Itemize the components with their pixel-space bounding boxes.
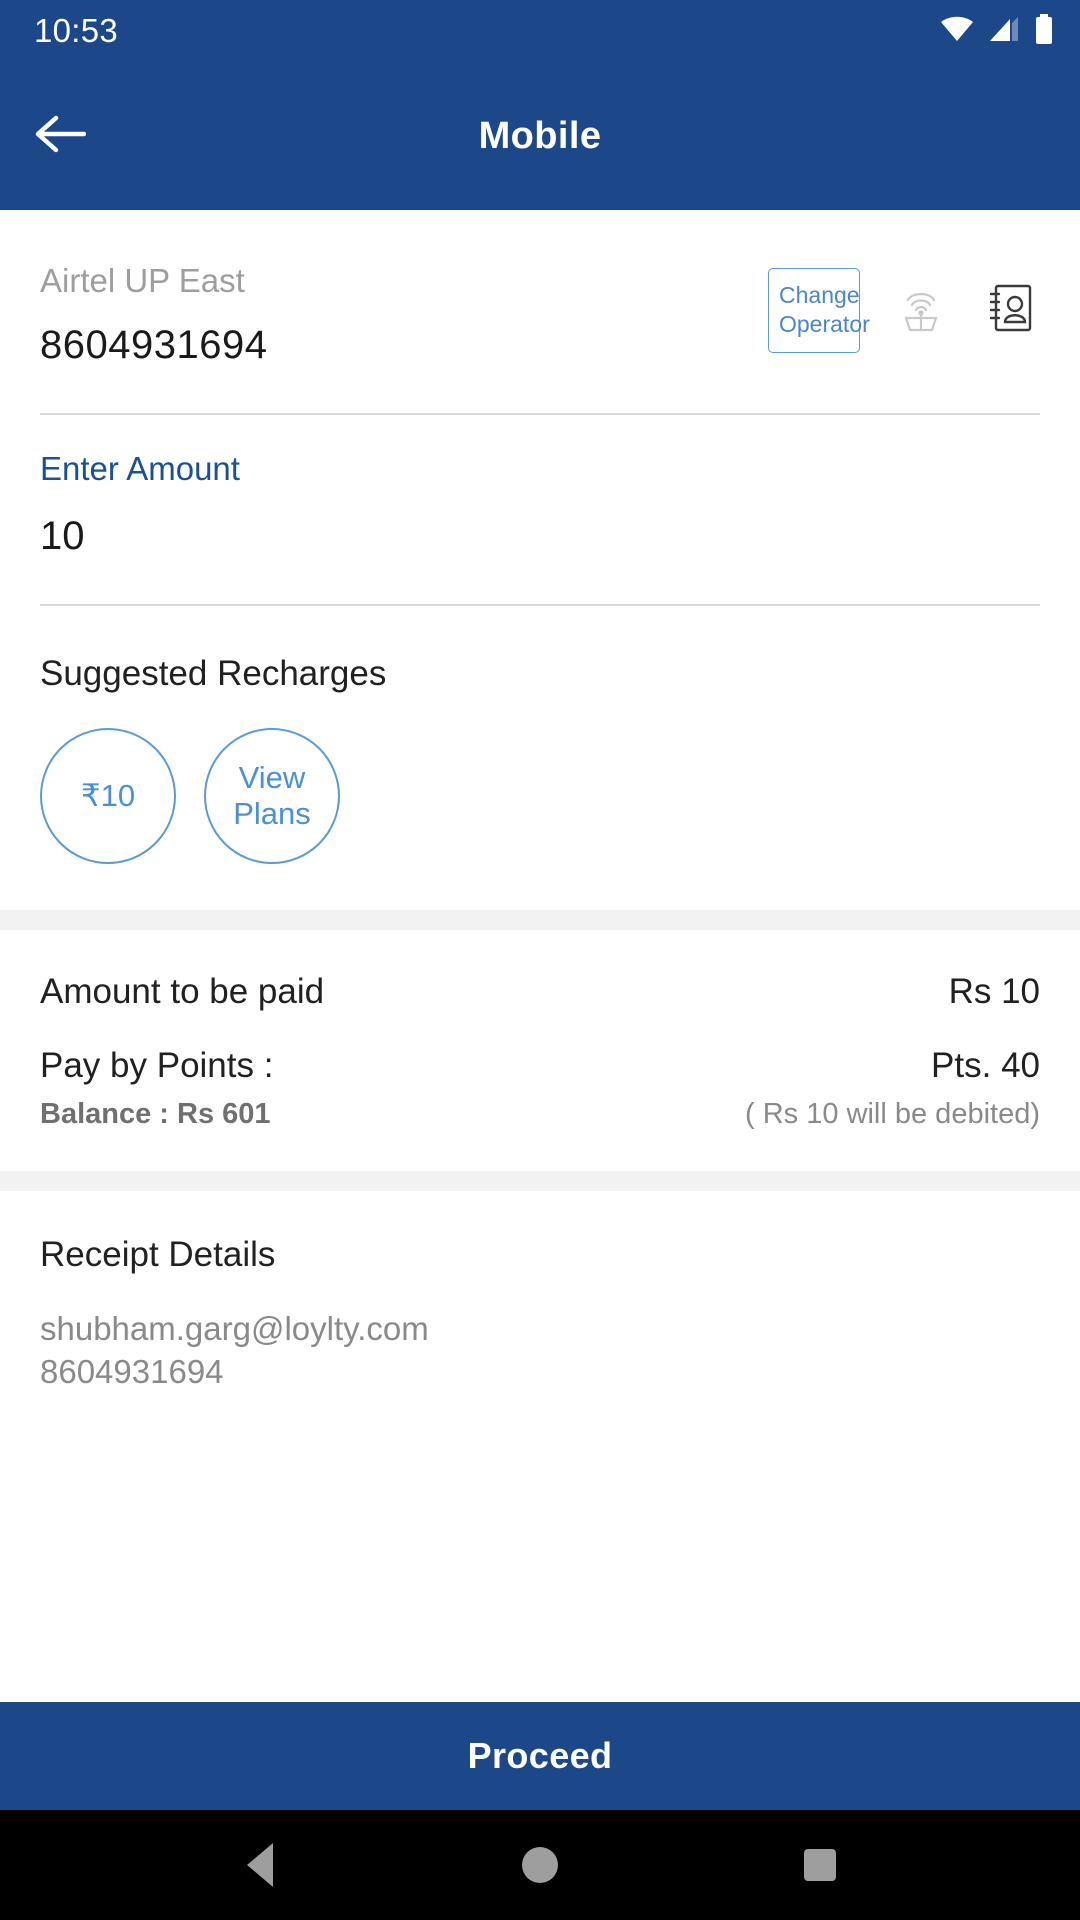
status-bar: 10:53 (0, 0, 1080, 62)
signal-tower-icon (894, 280, 948, 341)
suggested-recharges-section: Suggested Recharges ₹10 View Plans (40, 606, 1040, 910)
arrow-left-icon (34, 114, 87, 159)
receipt-phone: 8604931694 (40, 1353, 224, 1391)
view-plans-line1: View (238, 760, 306, 796)
status-bar-clock: 10:53 (34, 12, 119, 49)
pay-by-points-row: Pay by Points : Pts. 40 (40, 1046, 1040, 1086)
amount-input[interactable]: 10 (40, 512, 1040, 560)
nav-home-icon (522, 1847, 558, 1883)
amount-to-be-paid-row: Amount to be paid Rs 10 (40, 972, 1040, 1012)
view-plans-line2: Plans (233, 795, 311, 831)
contacts-button[interactable] (982, 281, 1040, 339)
points-balance-text: Balance : Rs 601 (40, 1097, 271, 1130)
wifi-icon (940, 15, 974, 48)
recharge-form-card: Airtel UP East 8604931694 Change Operato… (0, 210, 1080, 910)
main-content: Airtel UP East 8604931694 Change Operato… (0, 210, 1080, 1702)
cellular-signal-icon (988, 15, 1020, 48)
receipt-details-section: Receipt Details shubham.garg@loylty.com … (0, 1190, 1080, 1394)
proceed-button[interactable]: Proceed (0, 1702, 1080, 1810)
content-spacer (0, 1393, 1080, 1702)
pay-by-points-label: Pay by Points : (40, 1045, 274, 1085)
suggested-amount-label: ₹10 (80, 778, 136, 814)
change-operator-label-line2: Operator (779, 311, 870, 338)
status-bar-icons (940, 13, 1054, 49)
points-balance-row: Balance : Rs 601 ( Rs 10 will be debited… (40, 1098, 1040, 1131)
battery-icon (1034, 13, 1054, 49)
view-plans-label: View Plans (233, 760, 311, 831)
app-bar: Mobile (0, 62, 1080, 210)
android-nav-bar (0, 1810, 1080, 1920)
amount-label: Enter Amount (40, 449, 240, 487)
nav-back-button[interactable] (215, 1820, 305, 1910)
operator-info[interactable]: Airtel UP East 8604931694 (40, 256, 267, 369)
receipt-email: shubham.garg@loylty.com (40, 1309, 429, 1347)
signal-tower-button[interactable] (892, 281, 950, 339)
amount-to-be-paid-label: Amount to be paid (40, 971, 325, 1011)
debit-note-text: ( Rs 10 will be debited) (745, 1097, 1040, 1130)
operator-section: Airtel UP East 8604931694 Change Operato… (40, 210, 1040, 415)
view-plans-chip[interactable]: View Plans (204, 727, 340, 864)
payment-summary-section: Amount to be paid Rs 10 Pay by Points : … (0, 929, 1080, 1171)
receipt-details-title: Receipt Details (40, 1234, 276, 1274)
section-separator-bottom (0, 1170, 1080, 1191)
page-title: Mobile (478, 114, 602, 157)
suggested-recharges-title: Suggested Recharges (40, 653, 387, 693)
change-operator-label-line1: Change (779, 282, 860, 308)
amount-to-be-paid-value: Rs 10 (948, 971, 1040, 1011)
nav-recents-icon (804, 1849, 836, 1881)
operator-name: Airtel UP East (40, 262, 245, 299)
section-separator-top (0, 909, 1080, 930)
contact-book-icon (985, 280, 1037, 341)
nav-back-icon (247, 1843, 273, 1887)
suggested-amount-chip[interactable]: ₹10 (40, 727, 176, 864)
nav-recents-button[interactable] (775, 1820, 865, 1910)
mobile-number-input[interactable]: 8604931694 (40, 321, 267, 369)
proceed-button-label: Proceed (467, 1735, 613, 1776)
back-button[interactable] (22, 98, 98, 174)
app-screen: 10:53 Mobile Airtel UP East 8604931694 C… (0, 0, 1080, 1920)
suggested-chip-list: ₹10 View Plans (40, 727, 1040, 864)
change-operator-button[interactable]: Change Operator (768, 268, 870, 353)
amount-section: Enter Amount 10 (40, 415, 1040, 606)
nav-home-button[interactable] (495, 1820, 585, 1910)
operator-actions: Change Operator (768, 256, 1040, 353)
pay-by-points-value: Pts. 40 (931, 1045, 1040, 1085)
